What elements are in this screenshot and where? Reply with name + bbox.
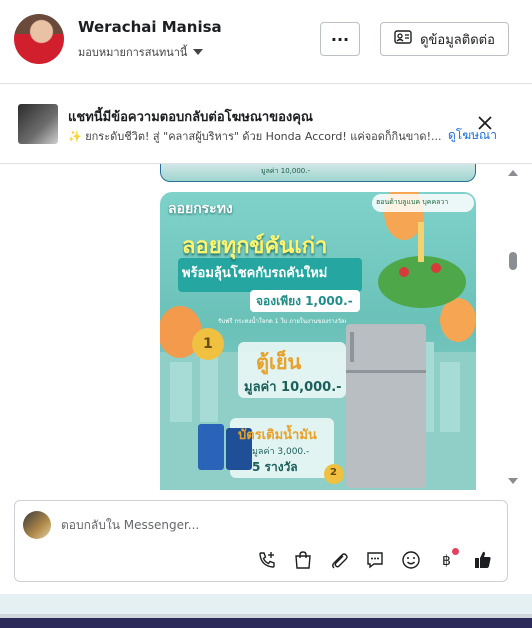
smiley-icon[interactable]	[399, 548, 423, 572]
baht-icon[interactable]: ฿	[435, 548, 459, 572]
prize-2-rank: 2	[330, 467, 337, 478]
prize-1-value: มูลค่า 10,000.-	[244, 380, 342, 395]
view-contact-label: ดูข้อมูลติดต่อ	[420, 32, 495, 48]
phone-plus-icon[interactable]	[255, 548, 279, 572]
paperclip-icon[interactable]	[327, 548, 351, 572]
chat-bubble-icon[interactable]	[363, 548, 387, 572]
notification-dot	[452, 548, 459, 555]
message-thread: มูลค่า 10,000.- ลอยกระทง ฮอนด้าบลูแบค บุ…	[0, 164, 532, 492]
contact-name[interactable]: Werachai Manisa	[78, 18, 222, 36]
close-icon[interactable]	[474, 112, 496, 134]
promo-brand: ฮอนด้าบลูแบค บุคคลวา	[376, 198, 449, 206]
notice-description: ✨ ยกระดับชีวิต! สู่ "คลาสผู้บริหาร" ด้วย…	[68, 130, 442, 143]
svg-text:฿: ฿	[442, 553, 451, 569]
ad-reply-notice: แชทนี้มีข้อความตอบกลับต่อโฆษณาของคุณ ✨ ย…	[0, 84, 532, 164]
promo-fine-print: รับฟรี กระทงน้ำใจกด 1 ใบ ภายในงานของรางว…	[218, 318, 346, 325]
view-contact-button[interactable]: ดูข้อมูลติดต่อ	[380, 22, 509, 56]
shopping-bag-icon[interactable]	[291, 548, 315, 572]
prize-2-name: บัตรเติมน้ำมัน	[238, 428, 317, 443]
previous-image-caption: มูลค่า 10,000.-	[261, 167, 310, 175]
promo-image-message[interactable]: ลอยกระทง ฮอนด้าบลูแบค บุคคลวา ลอยทุกข์คั…	[160, 192, 476, 490]
more-options-button[interactable]: ···	[320, 22, 360, 56]
promo-tag: ลอยกระทง	[168, 201, 233, 217]
scroll-up-icon[interactable]	[508, 170, 518, 176]
prize-1-rank: 1	[203, 336, 213, 352]
assign-label: มอบหมายการสนทนานี้	[78, 46, 188, 59]
chat-scrollbar[interactable]	[508, 168, 522, 490]
window-bottom-strip	[0, 614, 532, 628]
promo-headline: ลอยทุกข์คันเก่า	[182, 234, 328, 259]
contact-avatar[interactable]	[14, 14, 64, 64]
composer-toolbar: ฿	[255, 547, 495, 573]
page-avatar	[23, 511, 51, 539]
more-icon: ···	[330, 29, 350, 49]
scroll-down-icon[interactable]	[508, 478, 518, 484]
ad-thumbnail	[18, 104, 58, 144]
notice-title: แชทนี้มีข้อความตอบกลับต่อโฆษณาของคุณ	[68, 110, 313, 125]
promo-deposit: จองเพียง 1,000.-	[256, 294, 353, 308]
prize-2-count: 5 รางวัล	[252, 460, 298, 474]
previous-image-message[interactable]: มูลค่า 10,000.-	[160, 164, 476, 182]
conversation-panel: Werachai Manisa มอบหมายการสนทนานี้ ··· ด…	[0, 0, 532, 594]
promo-subheadline: พร้อมลุ้นโชคกับรถคันใหม่	[182, 266, 328, 281]
conversation-header: Werachai Manisa มอบหมายการสนทนานี้ ··· ด…	[0, 0, 532, 84]
scroll-thumb[interactable]	[509, 252, 517, 270]
reply-input[interactable]	[61, 515, 481, 535]
prize-1-name: ตู้เย็น	[256, 350, 302, 374]
assign-conversation[interactable]: มอบหมายการสนทนานี้	[78, 43, 204, 61]
prize-2-value: มูลค่า 3,000.-	[252, 447, 310, 457]
message-composer: ฿	[14, 500, 508, 582]
contact-card-icon	[394, 30, 412, 48]
chevron-down-icon	[193, 49, 204, 55]
thumbs-up-icon[interactable]	[471, 548, 495, 572]
